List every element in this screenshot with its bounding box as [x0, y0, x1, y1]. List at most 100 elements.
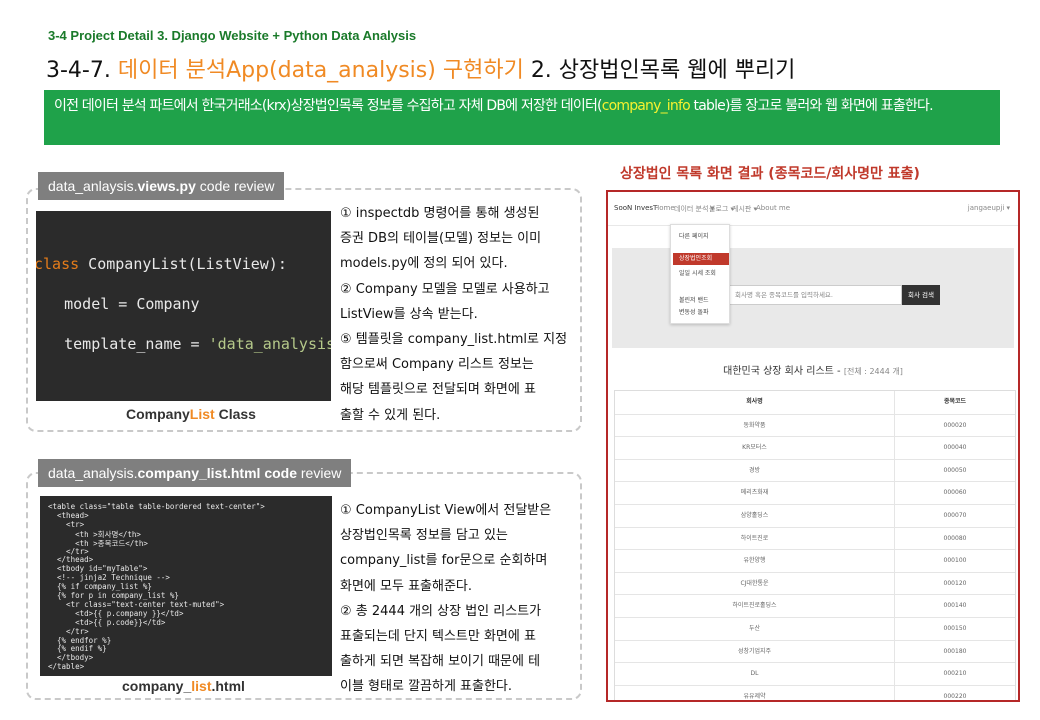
header-code: 종목코드: [943, 398, 967, 405]
nav-board[interactable]: 게시판 ▾: [732, 204, 757, 214]
template-code-screenshot: <table class="table table-bordered text-…: [40, 496, 332, 676]
cell-company: 두산: [615, 617, 895, 641]
page-title: 3-4-7. 데이터 분석App(data_analysis) 구현하기 2. …: [46, 52, 795, 84]
nav-about[interactable]: About me: [756, 204, 790, 212]
cell-code: 000140: [943, 602, 967, 610]
table-row: 하이트진로홀딩스 000140: [615, 594, 1015, 618]
code-line: </tr>: [48, 626, 89, 636]
description-line: ⑤ 템플릿을 company_list.html로 지정: [340, 332, 568, 348]
code-line-template: template_name = 'data_analysis/company_l…: [36, 335, 331, 353]
cell-company: 하이트진로: [615, 527, 895, 551]
cell-company: 경방: [615, 459, 895, 483]
code-line: <td>{{ p.code}}</td>: [48, 617, 166, 627]
description-line: 출할 수 있게 된다.: [340, 407, 441, 423]
cell-company: DL: [615, 663, 895, 686]
template-description: ① CompanyList View에서 전달받은 상장법인목록 정보를 담고 있…: [340, 498, 580, 700]
tag-suffix: code review: [195, 178, 275, 194]
dropdown-item[interactable]: 다른 페이지: [679, 231, 709, 240]
views-code-caption: CompanyList Class: [126, 406, 256, 422]
cell-company: 유한양행: [615, 550, 895, 573]
table-row: 성창기업지주 000180: [615, 639, 1015, 664]
description-line: ListView를 상속 받는다.: [340, 306, 478, 322]
site-brand[interactable]: SooN InvesT: [614, 204, 657, 212]
caption-part: Class: [214, 406, 256, 422]
cell-code: 000060: [943, 489, 967, 497]
banner-text-after: table)를 장고로 불러와 웹 화면에 표출한다.: [689, 98, 934, 114]
code-line: <!-- jinja2 Technique -->: [48, 573, 170, 583]
banner-highlight: company_info: [601, 98, 691, 114]
cell-company: 하이트진로홀딩스: [615, 595, 895, 618]
cell-company: KR모터스: [615, 437, 895, 460]
table-row: DL 000210: [615, 662, 1015, 686]
code-line: {% endif %}: [48, 644, 107, 654]
list-count: [전체 : 2444 개]: [843, 367, 903, 376]
cell-code: 000100: [943, 557, 967, 565]
result-screenshot: SooN InvesT Home 데이터 분석 ▾ 블로그 ▾ 게시판 ▾ Ab…: [606, 190, 1020, 702]
cell-code: 000080: [943, 534, 967, 542]
code-line: <tr class="text-center text-muted">: [48, 599, 225, 609]
tag-bold: views.py: [137, 178, 196, 194]
dropdown-item-active[interactable]: 상장법인조회: [673, 253, 729, 265]
views-description: ① inspectdb 명령어를 통해 생성된 증권 DB의 테이블(모델) 정보…: [340, 201, 580, 428]
caption-highlight: list: [191, 678, 212, 694]
caption-part: company_: [122, 678, 192, 694]
code-text: CompanyList(ListView):: [79, 255, 287, 273]
company-table: 회사명 종목코드 동화약품 000020 KR모터스 000040 경방 000050 메리츠화…: [614, 390, 1016, 700]
cell-company: 삼양홀딩스: [615, 504, 895, 528]
cell-company: CJ대한통운: [615, 572, 895, 596]
description-line: 해당 템플릿으로 전달되며 화면에 표: [340, 382, 536, 398]
views-review-tag: data_anlaysis.views.py code review: [38, 172, 285, 200]
site-navbar: SooN InvesT Home 데이터 분석 ▾ 블로그 ▾ 게시판 ▾ Ab…: [608, 192, 1018, 226]
dropdown-item[interactable]: 변동성 돌파: [679, 307, 709, 316]
caption-part: Company: [126, 406, 190, 422]
template-review-tag: data_analysis.company_list.html code rev…: [38, 459, 352, 487]
nav-blog[interactable]: 블로그 ▾: [709, 204, 734, 214]
banner-text-before: 이전 데이터 분석 파트에서 한국거래소(krx)상장법인목록 정보를 수집하고…: [54, 98, 602, 114]
template-code-caption: company_list.html: [122, 678, 245, 694]
table-row: 삼양홀딩스 000070: [615, 503, 1015, 528]
views-code-screenshot: class CompanyList(ListView): model = Com…: [36, 211, 331, 401]
code-line: {% for p in company_list %}: [48, 591, 179, 600]
company-search-input[interactable]: 회사명 혹은 종목코드를 입력하세요.: [728, 285, 902, 305]
code-line: <tbody id="myTable">: [48, 564, 148, 574]
description-line: 출하게 되면 복잡해 보이기 때문에 테: [340, 654, 541, 670]
code-line-model: model = Company: [36, 295, 200, 313]
user-menu[interactable]: jangaeupji ▾: [968, 204, 1010, 212]
header-company: 회사명: [615, 391, 895, 414]
cell-company: 동화약품: [615, 414, 895, 438]
code-line: {% if company_list %}: [48, 582, 152, 592]
description-line: 이블 형태로 깔끔하게 표출한다.: [340, 679, 513, 695]
code-line: </thead>: [48, 555, 94, 565]
code-line: <tr>: [48, 519, 85, 529]
code-line: <td>{{ p.company }}</td>: [48, 608, 184, 618]
description-line: 상장법인목록 정보를 담고 있는: [340, 528, 508, 544]
intro-banner: 이전 데이터 분석 파트에서 한국거래소(krx)상장법인목록 정보를 수집하고…: [44, 90, 1000, 145]
description-line: models.py에 정의 되어 있다.: [340, 256, 508, 272]
table-row: 메리츠화재 000060: [615, 481, 1015, 505]
table-row: KR모터스 000040: [615, 436, 1015, 460]
dropdown-item[interactable]: 볼린저 밴드: [679, 295, 709, 304]
description-line: 함으로써 Company 리스트 정보는: [340, 357, 534, 373]
cell-code: 000120: [943, 579, 967, 587]
cell-code: 000150: [943, 624, 967, 632]
description-line: ② 총 2444 개의 상장 법인 리스트가: [340, 603, 542, 619]
description-line: 증권 DB의 테이블(모델) 정보는 이미: [340, 231, 542, 247]
code-line: </tr>: [48, 546, 89, 556]
section-subhead: 3-4 Project Detail 3. Django Website + P…: [48, 28, 417, 43]
cell-company: 성창기업지주: [615, 640, 895, 664]
cell-code: 000180: [943, 647, 967, 655]
company-search-button[interactable]: 회사 검색: [902, 285, 940, 305]
description-line: 표출되는데 단지 텍스트만 화면에 표: [340, 629, 536, 645]
cell-company: 유유제약: [615, 685, 895, 700]
analysis-dropdown: 다른 페이지 상장법인조회 일일 시세 조회 볼린저 밴드 변동성 돌파: [670, 224, 730, 324]
table-row: 유유제약 000220: [615, 684, 1015, 700]
code-line: <thead>: [48, 510, 89, 520]
caption-highlight: List: [189, 406, 215, 422]
nav-home[interactable]: Home: [654, 204, 675, 212]
description-line: 화면에 모두 표출해준다.: [340, 578, 472, 594]
title-highlight-impl: 구현하기: [442, 58, 524, 83]
cell-code: 000040: [943, 444, 967, 452]
table-row: 하이트진로 000080: [615, 526, 1015, 551]
dropdown-item[interactable]: 일일 시세 조회: [679, 268, 716, 277]
result-title: 상장법인 목록 화면 결과 (종목코드/회사명만 표출): [620, 166, 920, 182]
